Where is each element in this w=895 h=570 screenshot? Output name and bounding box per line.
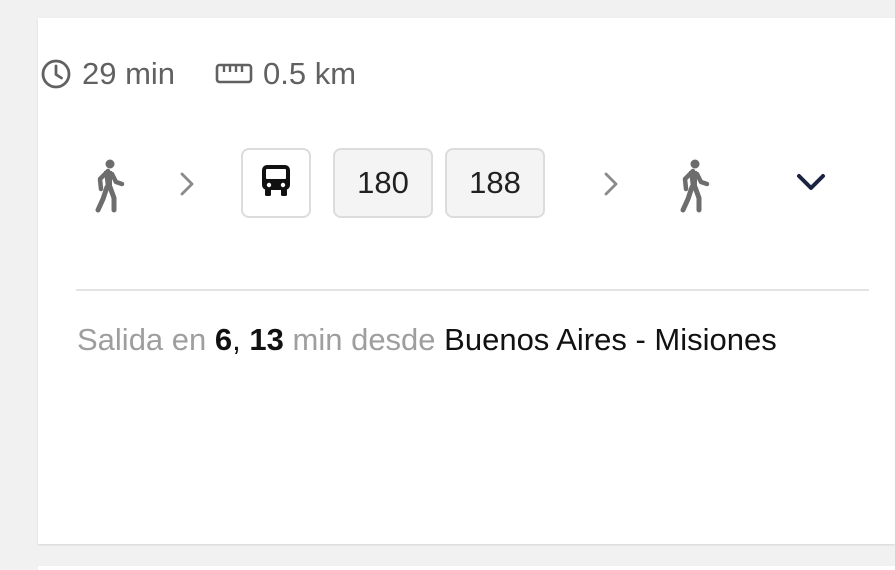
duration: 29 min [40, 56, 175, 92]
trip-summary: 29 min 0.5 km [40, 52, 356, 96]
walk-icon [673, 158, 713, 219]
distance-value: 0.5 km [263, 56, 357, 91]
duration-value: 29 min [82, 56, 176, 91]
stop-name: Buenos Aires - Misiones [444, 322, 777, 357]
departure-info: Salida en 6, 13 min desde Buenos Aires -… [77, 318, 777, 362]
route-steps: 180 188 [38, 146, 838, 220]
route-card[interactable] [38, 18, 895, 544]
walk-icon [88, 158, 128, 219]
departure-time: 6 [214, 322, 233, 357]
departure-prefix: Salida en [77, 322, 207, 357]
chevron-down-icon[interactable] [794, 170, 828, 201]
departure-time: 13 [249, 322, 284, 357]
departure-middle: min desde [292, 322, 436, 357]
chevron-right-icon [176, 171, 198, 202]
distance: 0.5 km [215, 56, 356, 92]
clock-icon [40, 58, 72, 90]
bus-mode-chip[interactable] [241, 148, 311, 218]
next-card-edge [38, 566, 895, 570]
bus-icon [261, 164, 291, 203]
divider [76, 289, 869, 291]
bus-line-chip[interactable]: 180 [333, 148, 433, 218]
ruler-icon [215, 61, 253, 87]
bus-line-chip[interactable]: 188 [445, 148, 545, 218]
chevron-right-icon [600, 171, 622, 202]
departure-separator: , [232, 322, 241, 357]
